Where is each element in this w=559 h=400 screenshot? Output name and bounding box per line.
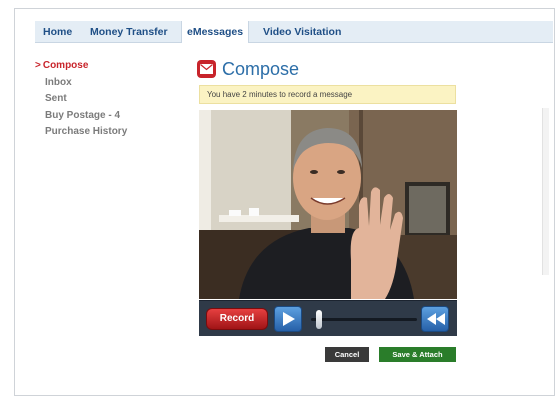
sidebar-item-inbox[interactable]: Inbox bbox=[35, 75, 165, 92]
video-controls: Record bbox=[199, 300, 457, 336]
sidebar-item-compose[interactable]: > Compose bbox=[35, 58, 165, 75]
tab-emessages[interactable]: eMessages bbox=[181, 21, 250, 43]
envelope-icon bbox=[197, 60, 216, 78]
sidebar-item-buy-postage[interactable]: Buy Postage - 4 bbox=[35, 108, 165, 125]
webcam-image bbox=[199, 110, 457, 299]
top-nav: Home Money Transfer eMessages Video Visi… bbox=[35, 21, 553, 43]
sidebar-item-purchase-history[interactable]: Purchase History bbox=[35, 124, 165, 141]
scrollbar[interactable] bbox=[542, 108, 549, 275]
record-button[interactable]: Record bbox=[206, 308, 268, 330]
rewind-icon bbox=[427, 313, 445, 325]
sidebar: > Compose Inbox Sent Buy Postage - 4 Purc… bbox=[35, 58, 165, 141]
play-icon bbox=[283, 312, 295, 326]
page-title-text: Compose bbox=[222, 58, 300, 79]
rewind-button[interactable] bbox=[421, 306, 449, 332]
save-attach-button[interactable]: Save & Attach bbox=[379, 347, 456, 362]
cancel-button[interactable]: Cancel bbox=[325, 347, 369, 362]
play-button[interactable] bbox=[274, 306, 302, 332]
scrubber-track[interactable] bbox=[311, 318, 417, 321]
scrubber-handle[interactable] bbox=[316, 310, 323, 329]
tab-video-visitation[interactable]: Video Visitation bbox=[263, 21, 341, 43]
webcam-preview bbox=[199, 110, 457, 299]
tab-money-transfer[interactable]: Money Transfer bbox=[90, 21, 168, 43]
record-time-notice: You have 2 minutes to record a message bbox=[199, 85, 456, 104]
caret-icon: > bbox=[35, 60, 41, 71]
sidebar-item-label: Compose bbox=[42, 60, 89, 71]
page-title: Compose bbox=[197, 56, 299, 82]
tab-home[interactable]: Home bbox=[43, 21, 72, 43]
sidebar-item-sent[interactable]: Sent bbox=[35, 91, 165, 108]
